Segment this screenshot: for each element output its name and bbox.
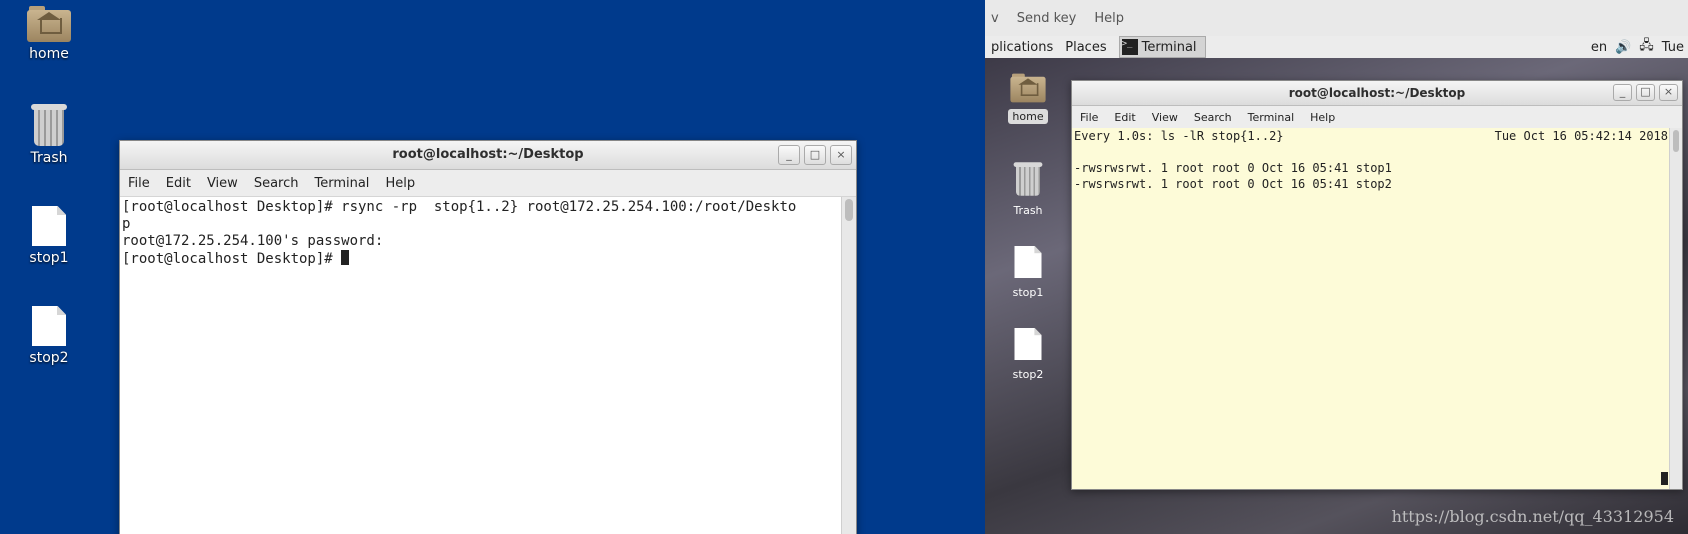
maximize-button[interactable]: □ [804,145,826,165]
watch-header: Every 1.0s: ls -lR stop{1..2} Tue Oct 16 … [1072,128,1670,144]
terminal-prompt-line: [root@localhost Desktop]# [122,250,854,268]
terminal-menubar: File Edit View Search Terminal Help [120,170,856,197]
menu-search[interactable]: Search [246,176,307,191]
host-desktop: home Trash stop1 stop2 root@localhost:~/… [0,0,985,534]
close-button[interactable]: × [1659,84,1678,101]
viewer-menu-send-key[interactable]: Send key [1017,11,1077,26]
menu-help[interactable]: Help [377,176,423,191]
watch-command: Every 1.0s: ls -lR stop{1..2} [1074,129,1284,143]
clock[interactable]: Tue [1662,40,1684,55]
network-icon[interactable]: 🖧 [1639,36,1654,58]
gnome-top-panel: plications Places >_ Terminal en 🔊 🖧 Tue [985,36,1688,59]
viewer-menu-view[interactable]: v [991,11,999,26]
vm-icon-label: Trash [1013,204,1043,217]
watermark: https://blog.csdn.net/qq_43312954 [1391,507,1674,526]
terminal-line: root@172.25.254.100's password: [122,233,384,249]
desktop-icon-stop2[interactable]: stop2 [4,306,94,366]
terminal-line: -rwsrwsrwt. 1 root root 0 Oct 16 05:41 s… [1074,177,1392,191]
places-menu[interactable]: Places [1059,40,1112,55]
desktop-icon-home[interactable]: home [4,6,94,62]
trash-icon [1013,162,1043,196]
vm-icon-label: stop2 [1012,368,1044,381]
taskbar-terminal-label: Terminal [1141,39,1197,55]
menu-file[interactable]: File [1072,111,1106,124]
terminal-prompt: [root@localhost Desktop]# [122,251,342,267]
desktop-icon-label: home [29,46,69,62]
vm-icon-home[interactable]: home [993,70,1063,124]
terminal-line: -rwsrwsrwt. 1 root root 0 Oct 16 05:41 s… [1074,161,1392,175]
terminal-icon: >_ [1121,39,1138,55]
menu-help[interactable]: Help [1302,111,1343,124]
menu-view[interactable]: View [1144,111,1186,124]
desktop-icon-label: Trash [30,150,68,166]
file-icon [1014,246,1042,278]
file-icon [32,306,66,346]
viewer-menubar: v Send key Help [985,0,1688,37]
language-indicator[interactable]: en [1591,40,1607,55]
desktop-icon-stop1[interactable]: stop1 [4,206,94,266]
desktop-icon-label: stop2 [29,350,69,366]
menu-file[interactable]: File [120,176,158,191]
minimize-button[interactable]: _ [778,145,800,165]
menu-search[interactable]: Search [1186,111,1240,124]
scrollbar-thumb[interactable] [1673,130,1679,152]
terminal-scrollbar[interactable] [841,197,856,534]
menu-terminal[interactable]: Terminal [306,176,377,191]
window-titlebar[interactable]: root@localhost:~/Desktop _ □ × [120,141,856,170]
menu-terminal[interactable]: Terminal [1240,111,1303,124]
window-title: root@localhost:~/Desktop [1288,86,1466,100]
vm-icon-trash[interactable]: Trash [993,158,1063,218]
vm-icon-stop2[interactable]: stop2 [993,324,1063,382]
home-folder-icon [1010,73,1046,103]
applications-menu[interactable]: plications [985,40,1059,55]
terminal-scrollbar[interactable] [1669,128,1682,489]
menu-view[interactable]: View [199,176,246,191]
terminal-output[interactable]: [root@localhost Desktop]# rsync -rp stop… [120,197,856,270]
terminal-line: [root@localhost Desktop]# rsync -rp stop… [122,199,797,215]
terminal-line: p [122,216,131,232]
vm-icon-label: home [1008,109,1048,124]
viewer-menu-help[interactable]: Help [1094,11,1124,26]
watch-timestamp: Tue Oct 16 05:42:14 2018 [1494,129,1668,143]
home-folder-icon [27,6,71,42]
desktop-icon-trash[interactable]: Trash [4,104,94,166]
taskbar-terminal[interactable]: >_ Terminal [1118,36,1206,58]
window-title: root@localhost:~/Desktop [392,147,584,162]
close-button[interactable]: × [830,145,852,165]
scrollbar-thumb[interactable] [845,199,853,221]
trash-icon [31,104,67,146]
vm-terminal-window[interactable]: root@localhost:~/Desktop _ □ × File Edit… [1071,80,1683,490]
maximize-button[interactable]: □ [1636,84,1655,101]
window-titlebar[interactable]: root@localhost:~/Desktop _ □ × [1072,81,1682,106]
terminal-window[interactable]: root@localhost:~/Desktop _ □ × File Edit… [119,140,857,534]
volume-icon[interactable]: 🔊 [1615,40,1631,55]
vm-viewer: v Send key Help plications Places >_ Ter… [985,0,1688,534]
file-icon [1014,328,1042,360]
menu-edit[interactable]: Edit [158,176,199,191]
watch-output[interactable]: Every 1.0s: ls -lR stop{1..2} Tue Oct 16 … [1072,128,1670,489]
minimize-button[interactable]: _ [1613,84,1632,101]
vm-icon-label: stop1 [1012,286,1044,299]
menu-edit[interactable]: Edit [1106,111,1143,124]
vm-icon-stop1[interactable]: stop1 [993,242,1063,300]
desktop-icon-label: stop1 [29,250,69,266]
file-icon [32,206,66,246]
terminal-menubar: File Edit View Search Terminal Help [1072,106,1682,129]
text-cursor [341,250,350,265]
text-cursor [1661,472,1668,485]
vm-desktop: home Trash stop1 stop2 root@localhost:~/… [985,58,1688,534]
